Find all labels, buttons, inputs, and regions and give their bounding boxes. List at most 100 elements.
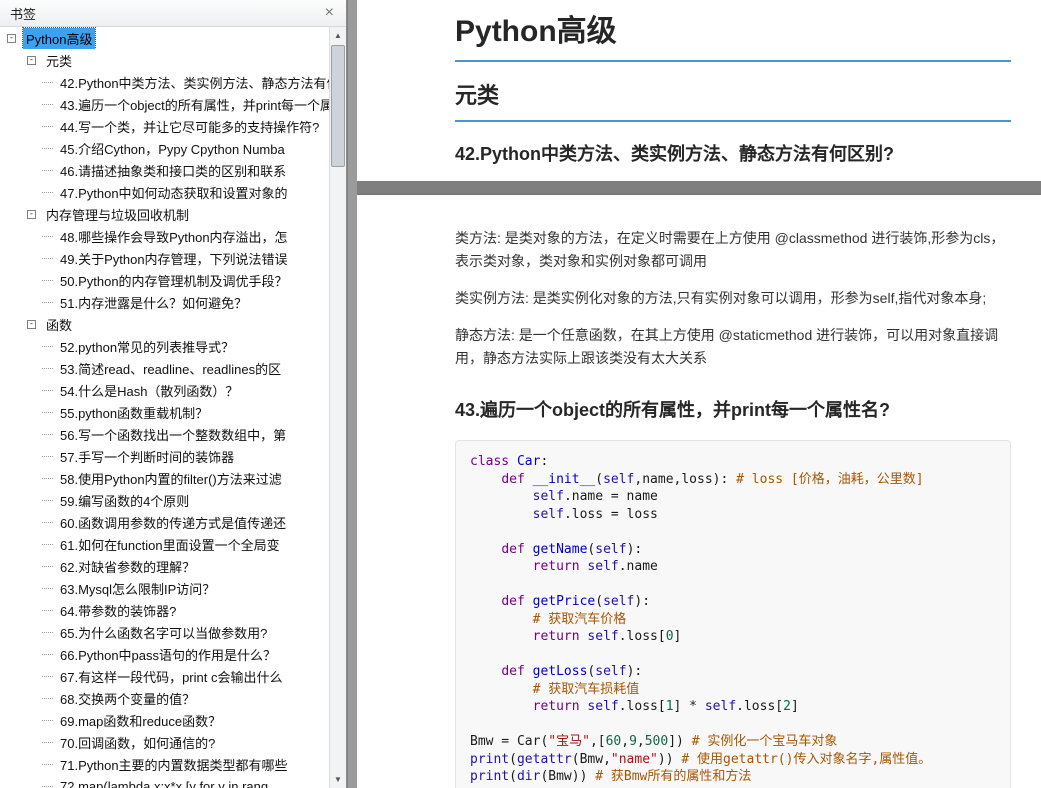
bookmark-label[interactable]: 元类 <box>43 50 75 71</box>
bookmark-label[interactable]: 66.Python中pass语句的作用是什么？ <box>57 644 279 665</box>
bookmark-root[interactable]: - Python高级 <box>0 27 329 49</box>
bookmark-item[interactable]: 71.Python主要的内置数据类型都有哪些 <box>0 753 329 775</box>
tree-connector <box>42 565 53 567</box>
bookmark-label[interactable]: 52.python常见的列表推导式？ <box>57 336 237 357</box>
code-token: ] <box>673 629 682 644</box>
bookmark-group[interactable]: - 函数 <box>0 313 329 335</box>
document-area: Python高级 元类 42.Python中类方法、类实例方法、静态方法有何区别… <box>357 0 1041 788</box>
collapse-toggle-icon[interactable]: - <box>27 209 36 219</box>
bookmark-label[interactable]: 46.请描述抽象类和接口类的区别和联系 <box>57 160 289 181</box>
collapse-toggle-icon[interactable]: - <box>7 33 16 43</box>
bookmark-item[interactable]: 69.map函数和reduce函数？ <box>0 709 329 731</box>
code-line: def __init__(self,name,loss): # loss [价格… <box>470 471 996 489</box>
bookmark-item[interactable]: 43.遍历一个object的所有属性，并print每一个属性名? <box>0 93 329 115</box>
bookmark-item[interactable]: 42.Python中类方法、类实例方法、静态方法有何区别? <box>0 71 329 93</box>
bookmark-item[interactable]: 64.带参数的装饰器? <box>0 599 329 621</box>
bookmark-item[interactable]: 66.Python中pass语句的作用是什么？ <box>0 643 329 665</box>
bookmark-item[interactable]: 54.什么是Hash（散列函数）？ <box>0 379 329 401</box>
scroll-down-icon[interactable]: ▼ <box>330 771 346 788</box>
code-token: (Bmw)) <box>540 769 596 784</box>
bookmark-label[interactable]: 44.写一个类，并让它尽可能多的支持操作符? <box>57 116 322 137</box>
code-token: ): <box>626 664 643 679</box>
bookmark-item[interactable]: 63.Mysql怎么限制IP访问？ <box>0 577 329 599</box>
code-token: .loss[ <box>618 699 666 714</box>
bookmark-item[interactable]: 49.关于Python内存管理，下列说法错误 <box>0 247 329 269</box>
bookmark-item[interactable]: 70.回调函数，如何通信的? <box>0 731 329 753</box>
tree-connector <box>42 543 53 545</box>
question-42-heading: 42.Python中类方法、类实例方法、静态方法有何区别? <box>455 144 895 164</box>
bookmark-item[interactable]: 45.介绍Cython，Pypy Cpython Numba <box>0 137 329 159</box>
code-line: self.loss = loss <box>470 506 996 524</box>
tree-connector <box>42 477 53 479</box>
bookmark-item[interactable]: 57.手写一个判断时间的装饰器 <box>0 445 329 467</box>
bookmark-label[interactable]: 62.对缺省参数的理解？ <box>57 556 198 577</box>
collapse-toggle-icon[interactable]: - <box>27 319 36 329</box>
bookmark-label[interactable]: 67.有这样一段代码，print c会输出什么 <box>57 666 285 687</box>
bookmark-label[interactable]: 57.手写一个判断时间的装饰器 <box>57 446 237 467</box>
bookmark-item[interactable]: 68.交换两个变量的值？ <box>0 687 329 709</box>
panel-splitter[interactable] <box>348 0 357 788</box>
bookmark-label[interactable]: 函数 <box>43 314 75 335</box>
bookmarks-scrollbar[interactable]: ▲ ▼ <box>329 27 346 788</box>
bookmark-item[interactable]: 59.编写函数的4个原则 <box>0 489 329 511</box>
bookmark-label[interactable]: 70.回调函数，如何通信的? <box>57 732 218 753</box>
scrollbar-thumb[interactable] <box>331 45 345 167</box>
bookmark-label[interactable]: 43.遍历一个object的所有属性，并print每一个属性名? <box>57 94 329 115</box>
bookmark-label[interactable]: 54.什么是Hash（散列函数）？ <box>57 380 241 401</box>
bookmark-item[interactable]: 51.内存泄露是什么？如何避免？ <box>0 291 329 313</box>
bookmark-item[interactable]: 52.python常见的列表推导式？ <box>0 335 329 357</box>
bookmark-item[interactable]: 44.写一个类，并让它尽可能多的支持操作符? <box>0 115 329 137</box>
bookmark-item[interactable]: 50.Python的内存管理机制及调优手段？ <box>0 269 329 291</box>
tree-connector <box>42 235 53 237</box>
bookmark-item[interactable]: 67.有这样一段代码，print c会输出什么 <box>0 665 329 687</box>
scroll-up-icon[interactable]: ▲ <box>330 27 346 44</box>
bookmark-item[interactable]: 62.对缺省参数的理解？ <box>0 555 329 577</box>
bookmark-label[interactable]: 63.Mysql怎么限制IP访问？ <box>57 578 218 599</box>
bookmark-label[interactable]: 50.Python的内存管理机制及调优手段？ <box>57 270 291 291</box>
bookmark-group[interactable]: - 元类 <box>0 49 329 71</box>
bookmark-label[interactable]: 58.使用Python内置的filter()方法来过滤 <box>57 468 285 489</box>
bookmark-label[interactable]: 60.函数调用参数的传递方式是值传递还 <box>57 512 289 533</box>
bookmark-label[interactable]: 69.map函数和reduce函数？ <box>57 710 224 731</box>
bookmark-item[interactable]: 65.为什么函数名字可以当做参数用? <box>0 621 329 643</box>
bookmark-label[interactable]: 53.简述read、readline、readlines的区 <box>57 358 284 379</box>
bookmark-label[interactable]: 47.Python中如何动态获取和设置对象的 <box>57 182 291 203</box>
close-icon[interactable]: × <box>325 5 336 21</box>
bookmark-label[interactable]: 59.编写函数的4个原则 <box>57 490 192 511</box>
bookmark-label[interactable]: 64.带参数的装饰器? <box>57 600 179 621</box>
bookmark-item[interactable]: 47.Python中如何动态获取和设置对象的 <box>0 181 329 203</box>
bookmark-item[interactable]: 58.使用Python内置的filter()方法来过滤 <box>0 467 329 489</box>
bookmark-label[interactable]: 45.介绍Cython，Pypy Cpython Numba <box>57 138 288 159</box>
bookmark-item[interactable]: 61.如何在function里面设置一个全局变 <box>0 533 329 555</box>
collapse-toggle-icon[interactable]: - <box>27 55 36 65</box>
bookmark-label[interactable]: 72.map(lambda x:x*x,[y for y in rang <box>57 778 271 788</box>
bookmark-label[interactable]: 65.为什么函数名字可以当做参数用? <box>57 622 270 643</box>
doc-title: Python高级 <box>455 4 1011 62</box>
bookmark-label[interactable]: 49.关于Python内存管理，下列说法错误 <box>57 248 291 269</box>
bookmark-label[interactable]: Python高级 <box>21 27 97 49</box>
bookmark-label[interactable]: 48.哪些操作会导致Python内存溢出，怎 <box>57 226 291 247</box>
bookmark-item[interactable]: 60.函数调用参数的传递方式是值传递还 <box>0 511 329 533</box>
bookmark-label[interactable]: 内存管理与垃圾回收机制 <box>43 204 192 225</box>
bookmark-item[interactable]: 53.简述read、readline、readlines的区 <box>0 357 329 379</box>
bookmark-label[interactable]: 55.python函数重载机制？ <box>57 402 211 423</box>
bookmark-item[interactable]: 48.哪些操作会导致Python内存溢出，怎 <box>0 225 329 247</box>
code-token: .name = name <box>563 489 658 504</box>
bookmark-item[interactable]: 46.请描述抽象类和接口类的区别和联系 <box>0 159 329 181</box>
tree-connector <box>42 609 53 611</box>
bookmark-group[interactable]: - 内存管理与垃圾回收机制 <box>0 203 329 225</box>
bookmark-label[interactable]: 71.Python主要的内置数据类型都有哪些 <box>57 754 291 775</box>
bookmark-label[interactable]: 42.Python中类方法、类实例方法、静态方法有何区别? <box>57 72 329 93</box>
bookmark-label[interactable]: 51.内存泄露是什么？如何避免？ <box>57 292 250 313</box>
bookmark-label[interactable]: 56.写一个函数找出一个整数数组中，第 <box>57 424 289 445</box>
bookmark-item[interactable]: 72.map(lambda x:x*x,[y for y in rang <box>0 775 329 788</box>
tree-connector <box>42 411 53 413</box>
bookmark-item[interactable]: 56.写一个函数找出一个整数数组中，第 <box>0 423 329 445</box>
bookmark-label[interactable]: 68.交换两个变量的值？ <box>57 688 198 709</box>
pdf-page-2: 类方法: 是类对象的方法，在定义时需要在上方使用 @classmethod 进行… <box>357 195 1041 788</box>
bookmark-item[interactable]: 55.python函数重载机制？ <box>0 401 329 423</box>
bookmark-label[interactable]: 61.如何在function里面设置一个全局变 <box>57 534 283 555</box>
